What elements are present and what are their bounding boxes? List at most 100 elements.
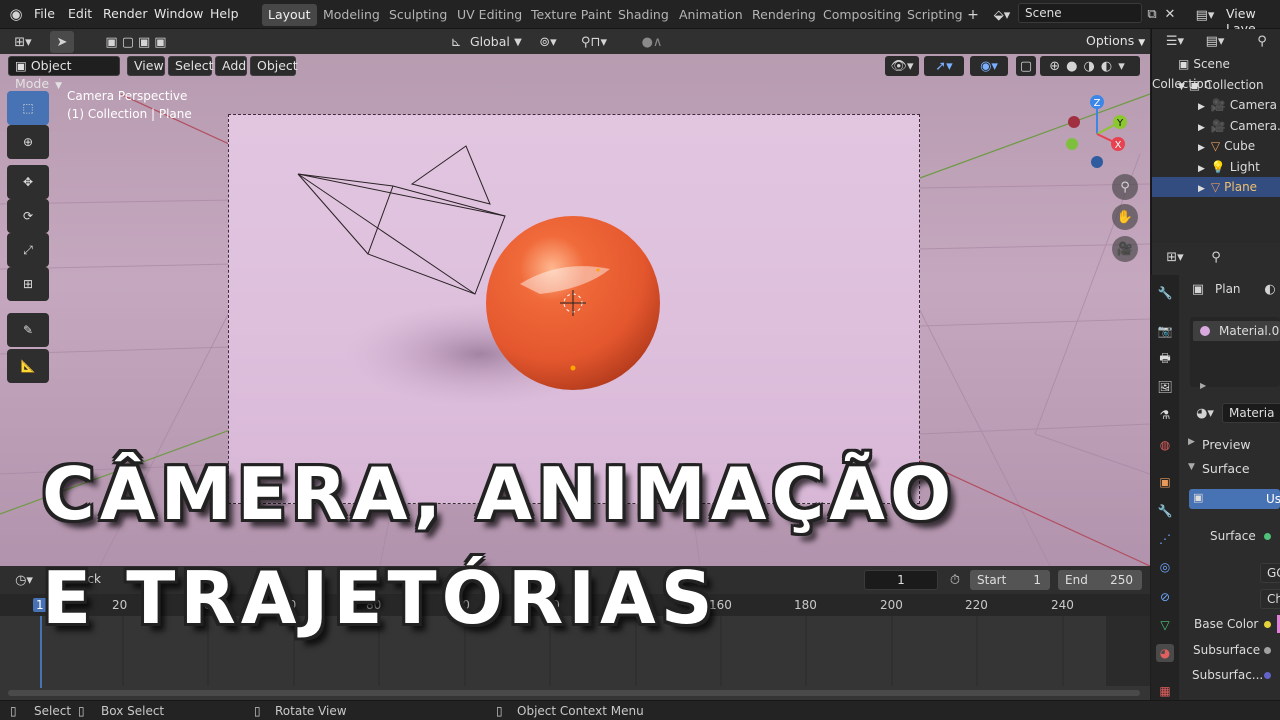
output-tab-icon[interactable]: 🖶 xyxy=(1156,350,1174,368)
tab-uv-editing[interactable]: UV Editing xyxy=(451,4,528,26)
scene-name-field[interactable]: Scene xyxy=(1018,3,1142,23)
blender-logo-icon[interactable]: ◉ xyxy=(6,4,26,24)
cursor-tool-icon[interactable]: ⊕ xyxy=(7,125,49,159)
add-workspace-icon[interactable]: + xyxy=(965,5,981,25)
properties-search-icon[interactable]: ⚲ xyxy=(1206,247,1226,267)
zoom-icon[interactable]: ⚲ xyxy=(1112,174,1138,200)
end-frame-field[interactable]: End 250 xyxy=(1058,570,1142,590)
chevron-down-icon[interactable]: ▼ xyxy=(512,32,524,52)
menu-render[interactable]: Render xyxy=(103,6,148,21)
outliner-item-light[interactable]: ▶ 💡 Light xyxy=(1152,157,1280,177)
properties-editor-type-icon[interactable]: ⊞▾ xyxy=(1160,247,1190,267)
tool-tab-icon[interactable]: 🔧 xyxy=(1156,284,1174,302)
select-tool-icon[interactable]: ➤ xyxy=(50,31,74,53)
outliner-editor-type-icon[interactable]: ☰▾ xyxy=(1160,31,1190,51)
data-tab-icon[interactable]: ▽ xyxy=(1156,616,1174,634)
menu-help[interactable]: Help xyxy=(210,6,239,21)
shading-modes-icons[interactable]: ⊕●◑◐▾ xyxy=(1040,56,1140,76)
surface-panel-header[interactable]: Surface xyxy=(1202,461,1250,476)
shader-type-field[interactable]: GG xyxy=(1260,563,1280,583)
physics-tab-icon[interactable]: ◎ xyxy=(1156,558,1174,576)
base-color-socket-dot[interactable] xyxy=(1264,621,1271,628)
rotate-tool-icon[interactable]: ⟳ xyxy=(7,199,49,233)
object-menu[interactable]: Object xyxy=(250,56,298,76)
tab-texture-paint[interactable]: Texture Paint xyxy=(525,4,618,26)
outliner-item-plane[interactable]: ▶ ▽ Plane xyxy=(1152,177,1280,197)
distribution-field[interactable]: Ch xyxy=(1260,589,1280,609)
surface-chevron-icon[interactable]: ▼ xyxy=(1188,462,1195,472)
constraints-tab-icon[interactable]: ⊘ xyxy=(1156,588,1174,606)
list-expand-icon[interactable]: ▶ xyxy=(1200,381,1206,390)
transform-tool-icon[interactable]: ⊞ xyxy=(7,267,49,301)
overlays-icon[interactable]: ◉▾ xyxy=(970,56,1008,76)
display-mode-icon[interactable]: ▤▾ xyxy=(1200,31,1230,51)
proportional-editing-icon[interactable]: ●∧ xyxy=(627,32,677,52)
tab-compositing[interactable]: Compositing xyxy=(817,4,907,26)
scale-tool-icon[interactable]: ⤢ xyxy=(7,233,49,267)
annotate-tool-icon[interactable]: ✎ xyxy=(7,313,49,347)
object-tab-icon[interactable]: ▣ xyxy=(1156,473,1174,491)
scene-tab-icon[interactable]: ⚗ xyxy=(1156,406,1174,424)
pan-hand-icon[interactable]: ✋ xyxy=(1112,204,1138,230)
tab-layout[interactable]: Layout xyxy=(262,4,317,26)
menu-edit[interactable]: Edit xyxy=(68,6,92,21)
tab-scripting[interactable]: Scripting xyxy=(901,4,969,26)
editor-type-icon[interactable]: ⊞▾ xyxy=(8,32,38,52)
outliner-collection[interactable]: ▼ ▣ Collection xyxy=(1152,75,1280,95)
tab-animation[interactable]: Animation xyxy=(673,4,749,26)
texture-tab-icon[interactable]: ▦ xyxy=(1156,682,1174,700)
outliner-scene-collection[interactable]: ▣ Scene Collection xyxy=(1152,54,1280,91)
view-layer-tab-icon[interactable]: 🖼 xyxy=(1156,378,1174,396)
current-frame-field[interactable]: 1 xyxy=(864,570,938,590)
new-scene-icon[interactable]: ⧉ xyxy=(1143,5,1161,23)
material-name-field[interactable]: Materia xyxy=(1222,403,1280,423)
visibility-icon[interactable]: 👁▾ xyxy=(885,56,919,76)
modifier-tab-icon[interactable]: 🔧 xyxy=(1156,502,1174,520)
tab-shading[interactable]: Shading xyxy=(612,4,675,26)
select-box-tool-icon[interactable]: ⬚ xyxy=(7,91,49,125)
subsurface-socket-dot[interactable] xyxy=(1264,647,1271,654)
preview-chevron-icon[interactable]: ▶ xyxy=(1188,437,1195,447)
add-menu[interactable]: Add xyxy=(215,56,247,76)
measure-tool-icon[interactable]: 📐 xyxy=(7,349,49,383)
preview-panel-header[interactable]: Preview xyxy=(1202,437,1251,452)
material-slot-list[interactable]: Material.00 ▶ xyxy=(1190,317,1280,390)
search-icon[interactable]: ⚲ xyxy=(1252,31,1272,51)
menu-window[interactable]: Window xyxy=(154,6,203,21)
outliner-item-cube[interactable]: ▶ ▽ Cube xyxy=(1152,136,1280,156)
material-tab-icon[interactable]: ◕ xyxy=(1156,644,1174,662)
timeline-editor-type-icon[interactable]: ◷▾ xyxy=(10,570,38,590)
camera-view-icon[interactable]: 🎥 xyxy=(1112,236,1138,262)
outliner-item-camera[interactable]: ▶ 🎥 Camera xyxy=(1152,95,1280,115)
view-layer-selector-icon[interactable]: ▤▾ xyxy=(1190,5,1220,25)
move-tool-icon[interactable]: ✥ xyxy=(7,165,49,199)
browse-material-icon[interactable]: ◕▾ xyxy=(1191,404,1219,422)
tab-sculpting[interactable]: Sculpting xyxy=(383,4,453,26)
tab-rendering[interactable]: Rendering xyxy=(746,4,822,26)
gizmo-toggle-icon[interactable]: ➚▾ xyxy=(924,56,964,76)
stopwatch-icon[interactable]: ⏱ xyxy=(946,570,964,590)
snap-icon[interactable]: ⚲⊓▾ xyxy=(568,32,620,52)
mode-dropdown[interactable]: ▣ Object Mode ▼ xyxy=(8,56,120,91)
surface-socket-dot[interactable] xyxy=(1264,533,1271,540)
view-menu[interactable]: View xyxy=(127,56,165,76)
delete-scene-icon[interactable]: ✕ xyxy=(1163,5,1177,23)
start-frame-field[interactable]: Start 1 xyxy=(970,570,1050,590)
render-tab-icon[interactable]: 📷 xyxy=(1156,322,1174,340)
select-menu[interactable]: Select xyxy=(168,56,214,76)
orientation-dropdown[interactable]: Global xyxy=(470,34,510,49)
world-tab-icon[interactable]: ◍ xyxy=(1156,436,1174,454)
options-dropdown[interactable]: Options ▼ xyxy=(1079,31,1145,51)
menu-file[interactable]: File xyxy=(34,6,55,21)
subsurface-radius-socket-dot[interactable] xyxy=(1264,672,1271,679)
orientation-icon[interactable]: ⊾ xyxy=(447,32,465,52)
use-nodes-button[interactable]: ▣ Us xyxy=(1189,489,1280,509)
selection-mode-icons[interactable]: ▣▢▣▣ xyxy=(90,32,186,52)
tab-modeling[interactable]: Modeling xyxy=(317,4,386,26)
navigation-gizmo[interactable]: Z Y X xyxy=(1060,92,1130,172)
scene-selector-icon[interactable]: ⬙▾ xyxy=(988,5,1016,25)
material-slot-row[interactable]: Material.00 xyxy=(1193,321,1280,341)
pivot-point-icon[interactable]: ⊚▾ xyxy=(533,32,563,52)
particles-tab-icon[interactable]: ⋰ xyxy=(1156,530,1174,548)
outliner-item-camera-2[interactable]: ▶ 🎥 Camera. xyxy=(1152,116,1280,136)
